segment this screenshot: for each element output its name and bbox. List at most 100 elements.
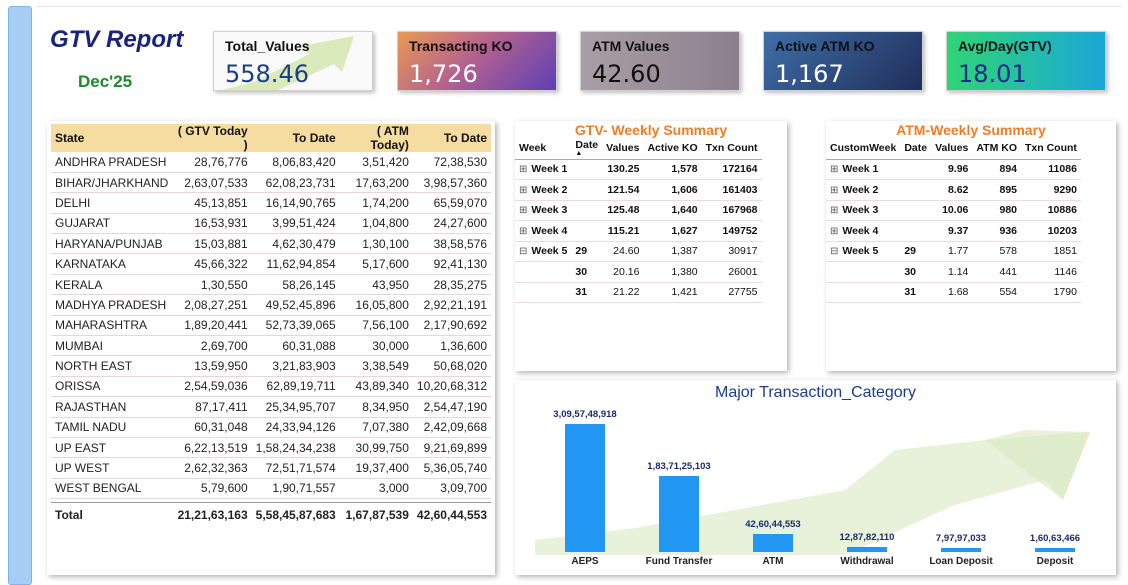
column-header[interactable]: Active KO: [643, 137, 702, 160]
week-cell: ⊞ Week 4: [515, 220, 572, 242]
category-label: ATM: [762, 556, 784, 567]
expand-icon[interactable]: ⊞: [830, 185, 838, 196]
bar-aeps[interactable]: [565, 424, 605, 552]
filters-pane-collapsed[interactable]: [8, 6, 32, 585]
expand-icon[interactable]: ⊞: [830, 226, 838, 237]
total-label: Total: [51, 502, 173, 527]
value-cell: 7,56,100: [339, 315, 413, 337]
week-row[interactable]: 31 1.68 554 1790: [826, 282, 1081, 303]
bar-fund-transfer[interactable]: [659, 476, 699, 552]
column-header[interactable]: ATM KO: [972, 137, 1022, 160]
column-header-gtv-today[interactable]: ( GTV Today ): [172, 124, 252, 152]
column-header-atm-to-date[interactable]: To Date: [412, 124, 491, 152]
table-row[interactable]: MAHARASHTRA 1,89,20,441 52,73,39,065 7,56,1…: [51, 315, 491, 337]
kpi-card-avg-day-gtv[interactable]: Avg/Day(GTV) 18.01: [946, 31, 1106, 91]
week-row[interactable]: 30 20.16 1,380 26001: [515, 261, 762, 283]
column-header-label: Values: [606, 141, 640, 154]
week-row[interactable]: ⊞ Week 4 9.37 936 10203: [826, 220, 1081, 242]
column-header-state[interactable]: State: [51, 124, 173, 152]
expand-icon[interactable]: ⊞: [519, 226, 527, 237]
week-row[interactable]: ⊞ Week 1 130.25 1,578 172164: [515, 159, 762, 180]
txn-cell: 161403: [701, 179, 762, 201]
values-cell: 1.68: [931, 282, 973, 303]
column-header[interactable]: Date ▲: [571, 137, 603, 160]
collapse-icon[interactable]: ⊟: [519, 246, 527, 257]
state-name-cell: ANDHRA PRADESH: [51, 152, 173, 173]
date-cell: [571, 179, 603, 201]
column-header[interactable]: CustomWeek: [826, 137, 901, 160]
value-cell: 1,58,24,34,238: [251, 437, 340, 459]
category-label: Loan Deposit: [929, 556, 993, 567]
atm-weekly-summary-visual[interactable]: ATM-Weekly Summary CustomWeek Date Values A…: [826, 121, 1116, 371]
value-cell: 60,31,048: [172, 417, 252, 438]
week-row[interactable]: ⊞ Week 2 8.62 895 9290: [826, 179, 1081, 201]
bar-deposit[interactable]: [1035, 548, 1075, 552]
table-row[interactable]: HARYANA/PUNJAB 15,03,881 4,62,30,479 1,30,1…: [51, 233, 491, 255]
table-row[interactable]: KERALA 1,30,550 58,26,145 43,950 28,35,275: [51, 274, 491, 296]
kpi-card-total-values[interactable]: Total_Values 558.46: [213, 31, 373, 91]
week-row[interactable]: ⊞ Week 3 10.06 980 10886: [826, 200, 1081, 221]
value-cell: 2,92,21,191: [412, 294, 491, 316]
week-row[interactable]: ⊞ Week 4 115.21 1,627 149752: [515, 220, 762, 242]
ko-cell: 895: [972, 179, 1022, 201]
table-row[interactable]: DELHI 45,13,851 16,14,90,765 1,74,200 65,59,…: [51, 192, 491, 214]
table-row[interactable]: RAJASTHAN 87,17,411 25,34,95,707 8,34,950 2,…: [51, 396, 491, 418]
week-row[interactable]: ⊟ Week 5 29 24.60 1,387 30917: [515, 241, 762, 262]
expand-icon[interactable]: ⊞: [519, 164, 527, 175]
table-row[interactable]: ANDHRA PRADESH 28,76,776 8,06,83,420 3,51,4…: [51, 152, 491, 173]
value-cell: 16,53,931: [172, 213, 252, 235]
kpi-card-active-atm-ko[interactable]: Active ATM KO 1,167: [763, 31, 923, 91]
state-table-visual[interactable]: State ( GTV Today ) To Date ( ATM Today)…: [47, 121, 495, 575]
column-header[interactable]: Date: [900, 137, 932, 160]
expand-icon[interactable]: ⊞: [519, 205, 527, 216]
table-row[interactable]: GUJARAT 16,53,931 3,99,51,424 1,04,800 24,27…: [51, 213, 491, 235]
total-value: 5,58,45,87,683: [251, 502, 340, 527]
expand-icon[interactable]: ⊞: [830, 205, 838, 216]
expand-icon[interactable]: ⊞: [830, 164, 838, 175]
week-row[interactable]: ⊞ Week 3 125.48 1,640 167968: [515, 200, 762, 221]
table-row[interactable]: UP WEST 2,62,32,363 72,51,71,574 19,37,400 5…: [51, 457, 491, 479]
table-row[interactable]: NORTH EAST 13,59,950 3,21,83,903 3,38,549 50…: [51, 355, 491, 377]
week-row[interactable]: 31 21.22 1,421 27755: [515, 282, 762, 303]
table-row[interactable]: MUMBAI 2,69,700 60,31,088 30,000 1,36,600: [51, 335, 491, 357]
table-row[interactable]: ORISSA 2,54,59,036 62,89,19,711 43,89,340 10…: [51, 376, 491, 398]
collapse-icon[interactable]: ⊟: [830, 246, 838, 257]
week-cell: ⊞ Week 4: [826, 220, 901, 242]
week-row[interactable]: ⊞ Week 1 9.96 894 11086: [826, 159, 1081, 180]
table-row[interactable]: TAMIL NADU 60,31,048 24,33,94,126 7,07,380 2…: [51, 417, 491, 438]
kpi-card-atm-values[interactable]: ATM Values 42.60: [580, 31, 740, 91]
txn-cell: 1851: [1021, 241, 1081, 262]
column-header[interactable]: Values: [931, 137, 973, 160]
value-cell: 1,30,550: [172, 274, 252, 296]
column-header-atm-today[interactable]: ( ATM Today): [339, 124, 413, 152]
sort-ascending-icon[interactable]: ▲: [575, 150, 598, 157]
value-cell: 24,33,94,126: [251, 417, 340, 438]
txn-cell: 1146: [1021, 261, 1081, 283]
week-row[interactable]: ⊟ Week 5 29 1.77 578 1851: [826, 241, 1081, 262]
table-row[interactable]: KARNATAKA 45,66,322 11,62,94,854 5,17,600 92…: [51, 253, 491, 275]
gtv-weekly-summary-visual[interactable]: GTV- Weekly Summary Week Date ▲ Values Activ…: [515, 121, 787, 371]
column-header[interactable]: Week: [515, 137, 572, 160]
expand-icon[interactable]: ⊞: [519, 185, 527, 196]
column-header[interactable]: Txn Count: [701, 137, 762, 160]
week-cell: [515, 261, 572, 283]
column-header[interactable]: Values: [602, 137, 644, 160]
column-header-label: CustomWeek: [830, 141, 897, 154]
week-row[interactable]: ⊞ Week 2 121.54 1,606 161403: [515, 179, 762, 201]
transaction-category-chart[interactable]: Major Transaction_Category 3,09,57,48,91…: [515, 380, 1116, 575]
bar-loan-deposit[interactable]: [941, 548, 981, 552]
column-header-label: Week: [519, 141, 547, 154]
bar-withdrawal[interactable]: [847, 546, 887, 552]
column-header-gtv-to-date[interactable]: To Date: [251, 124, 340, 152]
kpi-card-transacting-ko[interactable]: Transacting KO 1,726: [397, 31, 557, 91]
bar-atm[interactable]: [753, 534, 793, 552]
table-row[interactable]: UP EAST 6,22,13,519 1,58,24,34,238 30,99,75…: [51, 437, 491, 459]
week-row[interactable]: 30 1.14 441 1146: [826, 261, 1081, 283]
table-row[interactable]: WEST BENGAL 5,79,600 1,90,71,557 3,000 3,09,…: [51, 478, 491, 500]
values-cell: 24.60: [602, 241, 644, 262]
column-header[interactable]: Txn Count: [1021, 137, 1081, 160]
week-label: Week 2: [842, 183, 879, 196]
week-cell: ⊞ Week 3: [515, 200, 572, 221]
table-row[interactable]: BIHAR/JHARKHAND 2,63,07,533 62,08,23,731 17…: [51, 172, 491, 194]
table-row[interactable]: MADHYA PRADESH 2,08,27,251 49,52,45,896 16,…: [51, 294, 491, 316]
